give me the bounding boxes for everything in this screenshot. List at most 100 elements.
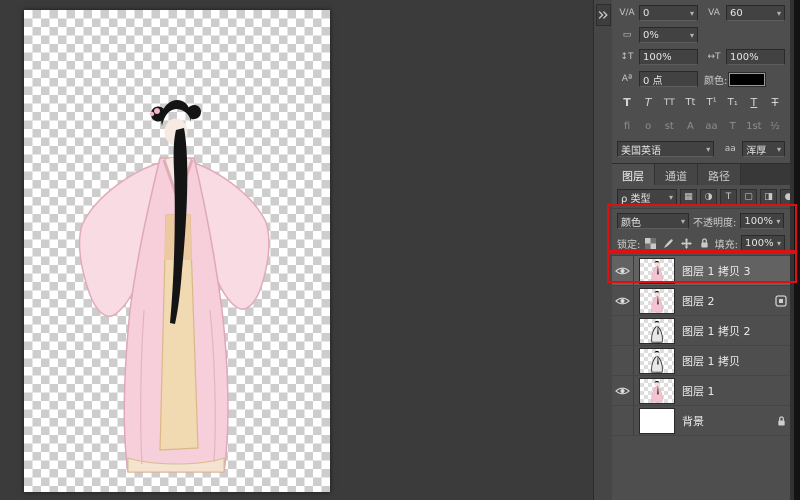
tab-paths[interactable]: 路径 [698,164,741,185]
tab-channels[interactable]: 通道 [655,164,698,185]
vertical-scale-icon: ↕T [620,52,634,62]
type-style-buttons: T T TT Tt T¹ T₁ T T [618,94,784,111]
filter-smart-objects-icon[interactable]: ◨ [760,189,777,205]
opacity-field[interactable]: 100% ▾ [740,213,785,229]
layer-name[interactable]: 图层 1 拷贝 2 [682,323,772,339]
chevron-down-icon: ▾ [668,192,673,202]
underline-button[interactable]: T [745,94,763,111]
faux-italic-button[interactable]: T [639,94,657,111]
fractions-button[interactable]: ½ [766,118,784,135]
baseline-shift-field[interactable]: Aª 0 点 [617,71,698,87]
strikethrough-button[interactable]: T [766,94,784,111]
kerning-value: 0 [643,7,650,19]
layer-name[interactable]: 图层 2 [682,293,772,309]
lock-label: 锁定: [617,239,641,251]
filter-kind-icon: ρ [621,193,628,205]
visibility-toggle[interactable] [612,346,634,375]
layer-thumbnail[interactable] [639,407,675,434]
visibility-toggle[interactable] [612,316,634,345]
layer-thumbnail[interactable] [639,377,675,404]
fill-label: 填充: [714,239,738,251]
faux-bold-button[interactable]: T [618,94,636,111]
proportional-spacing-icon: ▭ [622,30,632,40]
lock-all-icon[interactable] [697,236,712,250]
proportional-spacing-field[interactable]: ▭ 0% ▾ [617,27,698,43]
layer-thumbnail[interactable] [639,257,675,284]
contextual-alternates-button[interactable]: o [639,118,657,135]
eye-icon [615,387,630,394]
lock-pixels-icon[interactable] [661,236,676,250]
blend-opacity-row: 颜色 ▾ 不透明度: 100% ▾ [612,209,790,232]
lock-fill-row: 锁定: 填充: 100% ▾ [612,232,790,255]
subscript-button[interactable]: T₁ [724,94,742,111]
chevron-down-icon: ▾ [689,8,694,18]
titling-alternates-button[interactable]: T [724,118,742,135]
thumbnail-figure-icon [651,380,663,402]
vertical-scale-value: 100% [643,51,672,63]
fill-field[interactable]: 100% ▾ [741,235,785,251]
blend-mode-select[interactable]: 颜色 ▾ [617,213,689,229]
canvas-area[interactable] [0,0,593,500]
lock-transparency-icon[interactable] [643,236,658,250]
small-caps-button[interactable]: Tt [681,94,699,111]
language-value: 美国英语 [621,145,661,157]
layer-name[interactable]: 图层 1 [682,383,772,399]
filter-shape-layers-icon[interactable]: ▢ [740,189,757,205]
tab-layers[interactable]: 图层 [612,164,655,185]
stylistic-alternates-button[interactable]: aa [703,118,721,135]
visibility-toggle[interactable] [612,406,634,435]
horizontal-scale-field[interactable]: ↔T 100% [704,49,785,65]
tab-spacer [741,164,790,185]
kerning-field[interactable]: V∕A 0 ▾ [617,5,698,21]
layer-row[interactable]: 图层 1 拷贝 2 [612,316,790,346]
text-color-swatch[interactable] [728,71,767,87]
chevron-down-icon: ▾ [776,8,781,18]
filter-adjustment-layers-icon[interactable]: ◑ [700,189,717,205]
layer-row[interactable]: 图层 1 拷贝 [612,346,790,376]
eye-icon [615,267,630,274]
right-scroll-strip[interactable] [790,0,800,500]
chevron-down-icon: ▾ [680,216,685,226]
layer-row[interactable]: 图层 1 拷贝 3 [612,256,790,286]
layer-name[interactable]: 图层 1 拷贝 [682,353,772,369]
filter-pixel-layers-icon[interactable]: ▦ [680,189,697,205]
filter-kind-select[interactable]: ρ 类型 ▾ [617,189,677,205]
opentype-buttons: fi o st A aa T 1st ½ [618,118,784,135]
anti-alias-select[interactable]: aa 浑厚 ▾ [720,141,785,157]
layer-name[interactable]: 图层 1 拷贝 3 [682,263,772,279]
visibility-toggle[interactable] [612,376,634,405]
thumbnail-figure-icon [651,350,663,373]
tracking-field[interactable]: VA 60 ▾ [704,5,785,21]
thumbnail-figure-icon [651,290,663,312]
standard-ligatures-button[interactable]: fi [618,118,636,135]
document-canvas[interactable] [24,10,330,492]
vertical-scale-field[interactable]: ↕T 100% [617,49,698,65]
visibility-toggle[interactable] [612,256,634,285]
double-chevron-icon [598,11,608,19]
lock-position-icon[interactable] [679,236,694,250]
ordinals-button[interactable]: 1st [745,118,763,135]
swash-button[interactable]: A [681,118,699,135]
visibility-toggle[interactable] [612,286,634,315]
layer-thumbnail[interactable] [639,317,675,344]
layer-row[interactable]: 背景 [612,406,790,436]
fill-value: 100% [745,237,774,249]
layer-row[interactable]: 图层 1 [612,376,790,406]
language-select[interactable]: 美国英语 ▾ [617,141,715,157]
horizontal-scale-icon: ↔T [707,52,721,62]
discretionary-ligatures-button[interactable]: st [660,118,678,135]
color-label: 颜色: [704,75,728,87]
all-caps-button[interactable]: TT [660,94,678,111]
layer-thumbnail[interactable] [639,347,675,374]
layer-thumbnail[interactable] [639,287,675,314]
filter-type-layers-icon[interactable]: T [720,189,737,205]
superscript-button[interactable]: T¹ [703,94,721,111]
panels-column: V∕A 0 ▾ VA 60 ▾ ▭ 0% ▾ ↕T 100% ↔T 100% A… [612,0,797,500]
collapse-panels-button[interactable] [595,4,611,26]
anti-alias-icon: aa [724,144,736,154]
layer-filter-row: ρ 类型 ▾ ▦ ◑ T ▢ ◨ ● [612,185,797,209]
layer-name[interactable]: 背景 [682,413,772,429]
layer-row[interactable]: 图层 2 [612,286,790,316]
chevron-down-icon: ▾ [776,216,781,226]
baseline-shift-value: 0 点 [643,75,663,87]
